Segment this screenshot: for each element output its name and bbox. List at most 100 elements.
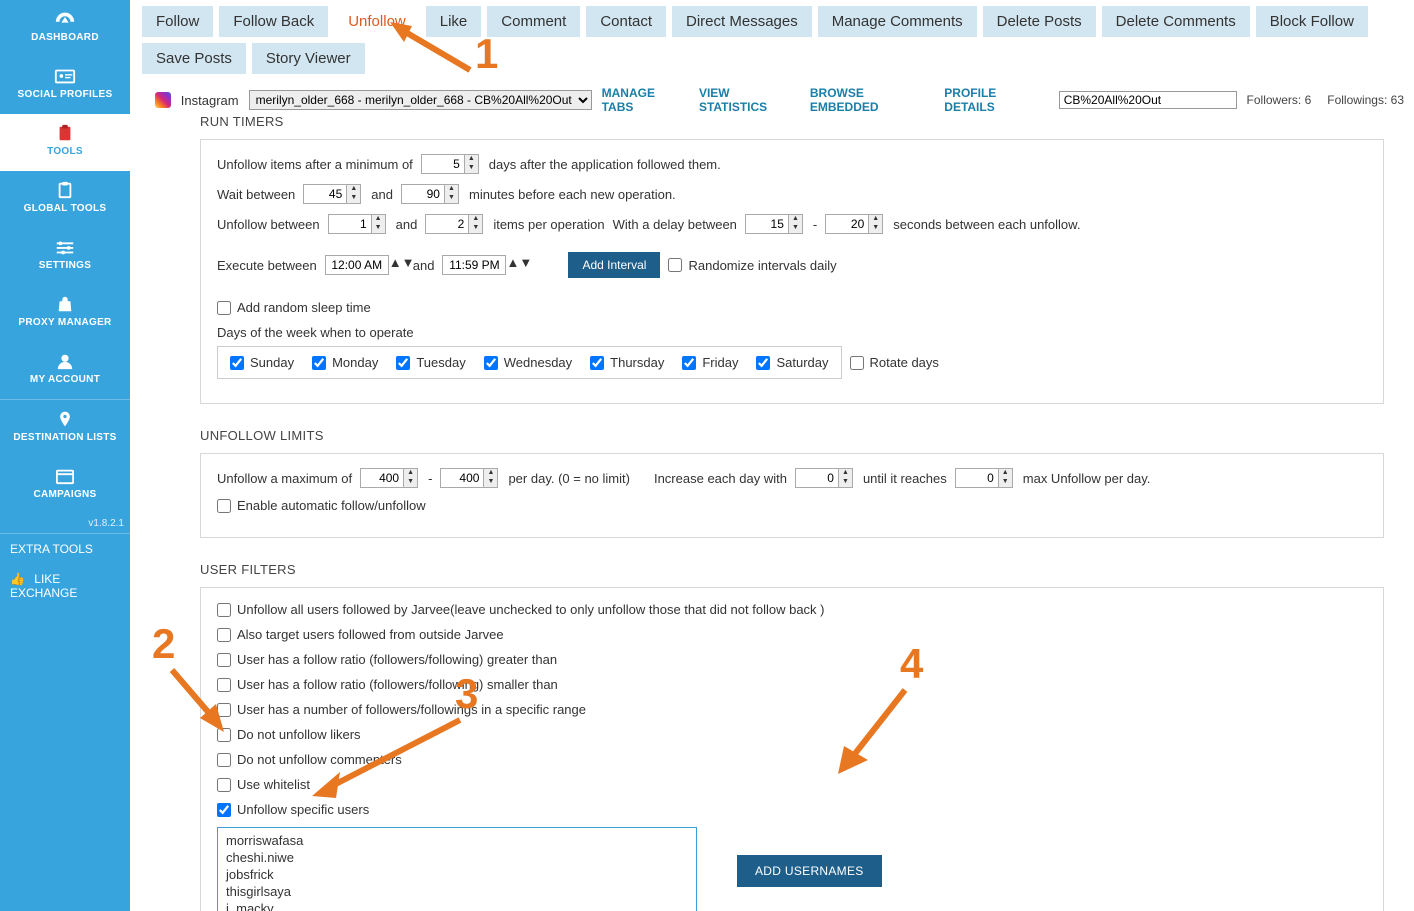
label: and (396, 217, 418, 232)
annotation-2: 2 (152, 620, 175, 667)
tab-story-viewer[interactable]: Story Viewer (252, 43, 365, 74)
filter-followers-range[interactable]: User has a number of followers/following… (217, 702, 586, 717)
sidebar-item-tools[interactable]: TOOLS (0, 114, 130, 171)
specific-users-textarea[interactable]: morriswafasacheshi.niwejobsfrickthisgirl… (217, 827, 697, 911)
days-label: Days of the week when to operate (217, 325, 1367, 340)
tab-manage-comments[interactable]: Manage Comments (818, 6, 977, 37)
gauge-icon (54, 10, 76, 28)
label: Unfollow items after a minimum of (217, 157, 413, 172)
thumb-up-icon: 👍 (10, 572, 25, 586)
sidebar-item-campaigns[interactable]: CAMPAIGNS (0, 457, 130, 514)
label: Unfollow a maximum of (217, 471, 352, 486)
sidebar-item-proxy-manager[interactable]: PROXY MANAGER (0, 285, 130, 342)
sidebar-item-my-account[interactable]: MY ACCOUNT (0, 342, 130, 399)
profiles-icon (54, 67, 76, 85)
bag-icon (54, 295, 76, 313)
account-select[interactable]: merilyn_older_668 - merilyn_older_668 - … (249, 90, 592, 110)
wait-max-input[interactable]: ▲▼ (401, 184, 461, 204)
label: - (813, 217, 817, 232)
filter-outside-jarvee[interactable]: Also target users followed from outside … (217, 627, 504, 642)
label: per day. (0 = no limit) (508, 471, 630, 486)
label: seconds between each unfollow. (893, 217, 1080, 232)
label: Increase each day with (654, 471, 787, 486)
sidebar-item-destination-lists[interactable]: DESTINATION LISTS (0, 400, 130, 457)
filter-no-unfollow-likers[interactable]: Do not unfollow likers (217, 727, 361, 742)
reaches-input[interactable]: ▲▼ (955, 468, 1015, 488)
version-label: v1.8.2.1 (0, 514, 130, 533)
filter-unfollow-all[interactable]: Unfollow all users followed by Jarvee(le… (217, 602, 825, 617)
sidebar: DASHBOARD SOCIAL PROFILES TOOLS GLOBAL T… (0, 0, 130, 911)
sliders-icon (54, 238, 76, 256)
tab-delete-posts[interactable]: Delete Posts (983, 6, 1096, 37)
unfollow-limits-title: UNFOLLOW LIMITS (200, 428, 1384, 443)
sidebar-item-settings[interactable]: SETTINGS (0, 228, 130, 285)
sidebar-item-dashboard[interactable]: DASHBOARD (0, 0, 130, 57)
label: minutes before each new operation. (469, 187, 676, 202)
wait-min-input[interactable]: ▲▼ (303, 184, 363, 204)
day-tuesday[interactable]: Tuesday (396, 355, 465, 370)
tab-unfollow[interactable]: Unfollow (334, 6, 420, 37)
filter-unfollow-specific[interactable]: Unfollow specific users (217, 802, 369, 817)
sidebar-label: SETTINGS (39, 260, 91, 271)
label: items per operation (493, 217, 604, 232)
followers-count: 6 (1305, 93, 1312, 107)
tab-comment[interactable]: Comment (487, 6, 580, 37)
items-max-input[interactable]: ▲▼ (425, 214, 485, 234)
day-friday[interactable]: Friday (682, 355, 738, 370)
day-saturday[interactable]: Saturday (756, 355, 828, 370)
day-sunday[interactable]: Sunday (230, 355, 294, 370)
tab-follow-back[interactable]: Follow Back (219, 6, 328, 37)
sidebar-label: CAMPAIGNS (33, 489, 96, 500)
top-tab-bar: FollowFollow BackUnfollowLikeCommentCont… (130, 0, 1414, 74)
instagram-icon (155, 92, 171, 108)
add-usernames-button[interactable]: ADD USERNAMES (737, 855, 882, 887)
tab-save-posts[interactable]: Save Posts (142, 43, 246, 74)
filter-ratio-smaller[interactable]: User has a follow ratio (followers/follo… (217, 677, 558, 692)
tab-follow[interactable]: Follow (142, 6, 213, 37)
platform-label: Instagram (181, 93, 239, 108)
tab-delete-comments[interactable]: Delete Comments (1102, 6, 1250, 37)
user-filters-group: Unfollow all users followed by Jarvee(le… (200, 587, 1384, 911)
randomize-checkbox[interactable]: Randomize intervals daily (668, 258, 836, 273)
day-thursday[interactable]: Thursday (590, 355, 664, 370)
exec-start-time[interactable]: ▲▼ (325, 255, 405, 275)
delay-max-input[interactable]: ▲▼ (825, 214, 885, 234)
rotate-checkbox[interactable]: Rotate days (850, 355, 939, 370)
tab-block-follow[interactable]: Block Follow (1256, 6, 1368, 37)
pin-icon (54, 410, 76, 428)
exec-end-time[interactable]: ▲▼ (442, 255, 522, 275)
tab-like[interactable]: Like (426, 6, 482, 37)
day-monday[interactable]: Monday (312, 355, 378, 370)
user-icon (54, 352, 76, 370)
filter-use-whitelist[interactable]: Use whitelist (217, 777, 310, 792)
add-interval-button[interactable]: Add Interval (568, 252, 660, 278)
sleep-checkbox[interactable]: Add random sleep time (217, 300, 371, 315)
label: and (371, 187, 393, 202)
sidebar-label: TOOLS (47, 146, 83, 157)
auto-follow-checkbox[interactable]: Enable automatic follow/unfollow (217, 498, 426, 513)
day-wednesday[interactable]: Wednesday (484, 355, 572, 370)
calendar-icon (54, 467, 76, 485)
days-min-input[interactable]: ▲▼ (421, 154, 481, 174)
label: until it reaches (863, 471, 947, 486)
sidebar-label: DESTINATION LISTS (13, 432, 116, 443)
tab-direct-messages[interactable]: Direct Messages (672, 6, 812, 37)
sidebar-extra-tools[interactable]: EXTRA TOOLS (0, 533, 130, 564)
tab-contact[interactable]: Contact (586, 6, 666, 37)
sidebar-item-social-profiles[interactable]: SOCIAL PROFILES (0, 57, 130, 114)
max-min-input[interactable]: ▲▼ (360, 468, 420, 488)
sidebar-like-exchange[interactable]: 👍 LIKE EXCHANGE (0, 564, 130, 608)
unfollow-limits-group: Unfollow a maximum of ▲▼ - ▲▼ per day. (… (200, 453, 1384, 538)
max-max-input[interactable]: ▲▼ (440, 468, 500, 488)
sidebar-label: DASHBOARD (31, 32, 99, 43)
filter-no-unfollow-commenters[interactable]: Do not unfollow commenters (217, 752, 402, 767)
items-min-input[interactable]: ▲▼ (328, 214, 388, 234)
delay-min-input[interactable]: ▲▼ (745, 214, 805, 234)
filter-ratio-greater[interactable]: User has a follow ratio (followers/follo… (217, 652, 557, 667)
days-of-week-box: Sunday Monday Tuesday Wednesday Thursday Frid… (217, 346, 842, 379)
sidebar-item-global-tools[interactable]: GLOBAL TOOLS (0, 171, 130, 228)
label: max Unfollow per day. (1023, 471, 1151, 486)
increase-input[interactable]: ▲▼ (795, 468, 855, 488)
profile-details-input[interactable] (1059, 91, 1237, 109)
run-timers-title: RUN TIMERS (200, 114, 1384, 129)
